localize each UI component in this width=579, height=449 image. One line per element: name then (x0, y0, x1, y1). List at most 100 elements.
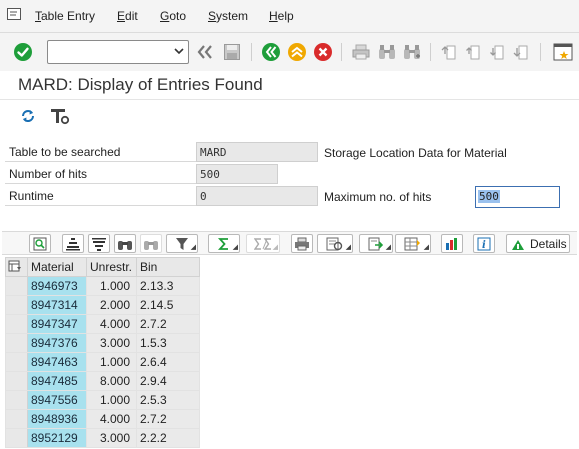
cell-bin[interactable]: 2.6.4 (136, 352, 200, 372)
select-layout-button[interactable] (29, 234, 51, 253)
cell-bin[interactable]: 2.13.3 (136, 276, 200, 296)
print-icon[interactable] (350, 41, 372, 63)
menu-edit[interactable]: Edit (117, 9, 138, 23)
cell-material[interactable]: 8947463 (27, 352, 87, 372)
command-field[interactable] (47, 40, 189, 64)
next-page-icon[interactable] (486, 41, 508, 63)
table-row[interactable]: 8947376 3.000 1.5.3 (5, 333, 200, 353)
row-selector[interactable] (5, 333, 28, 353)
maxhits-field[interactable]: 500 (475, 186, 560, 208)
cell-bin[interactable]: 1.5.3 (136, 333, 200, 353)
dropdown-arrow-icon: ◢ (272, 244, 278, 251)
subtotals-button[interactable]: ◢ (246, 234, 280, 253)
cell-bin[interactable]: 2.9.4 (136, 371, 200, 391)
cell-bin[interactable]: 2.7.2 (136, 409, 200, 429)
table-row[interactable]: 8947485 8.000 2.9.4 (5, 371, 200, 391)
views-button[interactable]: ◢ (317, 234, 353, 253)
settings-tool-icon[interactable] (50, 106, 70, 126)
sum-button[interactable]: ◢ (208, 234, 240, 253)
table-row[interactable]: 8948936 4.000 2.7.2 (5, 409, 200, 429)
menu-icon[interactable] (7, 8, 21, 20)
details-button[interactable]: Details (506, 234, 570, 253)
prev-page-icon[interactable] (462, 41, 484, 63)
layout-button[interactable]: ◢ (395, 234, 431, 253)
maxhits-label: Maximum no. of hits (324, 190, 432, 204)
dropdown-arrow-icon: ◢ (190, 244, 196, 251)
row-selector[interactable] (5, 390, 28, 410)
sort-ascending-button[interactable] (62, 234, 84, 253)
command-input[interactable] (51, 42, 169, 62)
table-row[interactable]: 8947347 4.000 2.7.2 (5, 314, 200, 334)
column-header-bin[interactable]: Bin (136, 257, 200, 277)
dropdown-arrow-icon: ◢ (232, 244, 238, 251)
row-selector[interactable] (5, 295, 28, 315)
cell-unrestricted[interactable]: 1.000 (86, 352, 137, 372)
table-row[interactable]: 8947314 2.000 2.14.5 (5, 295, 200, 315)
table-row[interactable]: 8947463 1.000 2.6.4 (5, 352, 200, 372)
graphic-button[interactable] (441, 234, 463, 253)
column-header-material[interactable]: Material (27, 257, 87, 277)
cell-material[interactable]: 8948936 (27, 409, 87, 429)
column-header-unrestricted[interactable]: Unrestr. (86, 257, 137, 277)
cell-bin[interactable]: 2.7.2 (136, 314, 200, 334)
cell-material[interactable]: 8947347 (27, 314, 87, 334)
cell-bin[interactable]: 2.14.5 (136, 295, 200, 315)
menu-table-entry[interactable]: Table Entry (35, 9, 95, 23)
find-button[interactable] (114, 234, 136, 253)
back-green-icon[interactable] (260, 41, 282, 63)
cell-unrestricted[interactable]: 1.000 (86, 390, 137, 410)
row-selector[interactable] (5, 371, 28, 391)
cancel-red-icon[interactable] (312, 41, 334, 63)
last-page-icon[interactable] (510, 41, 532, 63)
cell-material[interactable]: 8946973 (27, 276, 87, 296)
views-icon (326, 237, 343, 250)
find-next-button[interactable] (140, 234, 162, 253)
find-icon[interactable] (376, 41, 398, 63)
row-selector[interactable] (5, 409, 28, 429)
refresh-icon[interactable] (18, 106, 38, 126)
maxhits-value[interactable]: 500 (478, 190, 500, 203)
dropdown-arrow-icon: ◢ (423, 244, 429, 251)
cell-bin[interactable]: 2.5.3 (136, 390, 200, 410)
info-button[interactable]: i (473, 234, 495, 253)
row-selector[interactable] (5, 314, 28, 334)
first-page-icon[interactable] (438, 41, 460, 63)
print-icon (295, 237, 309, 250)
cell-unrestricted[interactable]: 3.000 (86, 428, 137, 448)
cell-unrestricted[interactable]: 1.000 (86, 276, 137, 296)
cell-unrestricted[interactable]: 3.000 (86, 333, 137, 353)
ok-check-icon[interactable] (12, 41, 34, 63)
cell-unrestricted[interactable]: 8.000 (86, 371, 137, 391)
cell-bin[interactable]: 2.2.2 (136, 428, 200, 448)
cell-unrestricted[interactable]: 2.000 (86, 295, 137, 315)
row-selector[interactable] (5, 428, 28, 448)
find-next-icon[interactable] (401, 41, 423, 63)
export-button[interactable]: ◢ (359, 234, 393, 253)
table-row[interactable]: 8947556 1.000 2.5.3 (5, 390, 200, 410)
menu-help[interactable]: Help (269, 9, 294, 23)
sort-descending-button[interactable] (88, 234, 110, 253)
cell-material[interactable]: 8947485 (27, 371, 87, 391)
table-row[interactable]: 8952129 3.000 2.2.2 (5, 428, 200, 448)
filter-button[interactable]: ◢ (166, 234, 198, 253)
row-selector[interactable] (5, 352, 28, 372)
save-icon[interactable] (221, 41, 243, 63)
exit-yellow-icon[interactable] (286, 41, 308, 63)
new-session-icon[interactable] (552, 41, 574, 63)
back-icon[interactable] (194, 41, 216, 63)
hits-label: Number of hits (5, 164, 196, 184)
cell-unrestricted[interactable]: 4.000 (86, 409, 137, 429)
row-selector[interactable] (5, 276, 28, 296)
cell-material[interactable]: 8952129 (27, 428, 87, 448)
print-preview-button[interactable] (291, 234, 313, 253)
chevron-down-icon[interactable] (174, 45, 184, 57)
cell-material[interactable]: 8947376 (27, 333, 87, 353)
menu-system[interactable]: System (208, 9, 248, 23)
row-selector-header[interactable] (5, 257, 28, 277)
runtime-label: Runtime (5, 186, 196, 206)
menu-goto[interactable]: Goto (160, 9, 186, 23)
table-row[interactable]: 8946973 1.000 2.13.3 (5, 276, 200, 296)
cell-material[interactable]: 8947314 (27, 295, 87, 315)
cell-material[interactable]: 8947556 (27, 390, 87, 410)
cell-unrestricted[interactable]: 4.000 (86, 314, 137, 334)
